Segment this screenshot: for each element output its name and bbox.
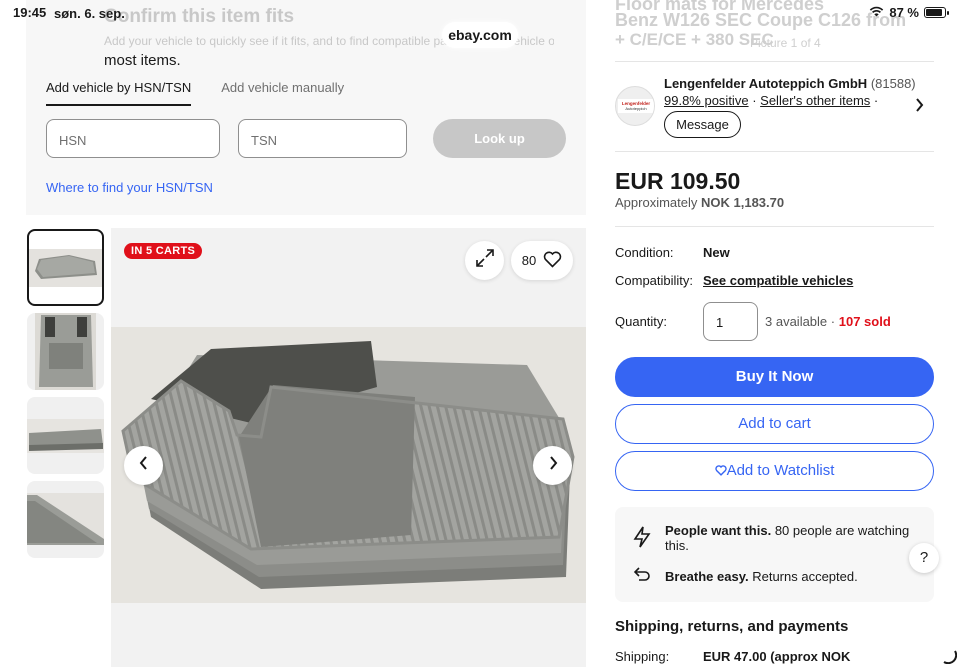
shipping-label: Shipping: (615, 649, 670, 664)
tab-manual[interactable]: Add vehicle manually (221, 80, 344, 106)
chevron-right-icon[interactable] (914, 97, 924, 118)
floor-mat-photo (111, 327, 586, 603)
svg-text:Autoteppich: Autoteppich (625, 106, 646, 111)
returns-bold: Breathe easy. (665, 569, 749, 584)
separator: · (873, 93, 879, 108)
thumbnail-1[interactable] (27, 229, 104, 306)
approx-price: Approximately NOK 1,183.70 (615, 195, 784, 210)
thumbnail-mat-image (29, 249, 102, 287)
shipping-section-title[interactable]: Shipping, returns, and payments (615, 618, 848, 635)
highlights-box: People want this. 80 people are watching… (615, 507, 934, 602)
look-up-button[interactable]: Look up (433, 119, 566, 158)
heart-icon (543, 251, 562, 271)
help-button[interactable]: ? (909, 543, 939, 573)
divider (615, 226, 934, 227)
quantity-input[interactable]: 1 (703, 302, 758, 341)
available-count: 3 available (765, 314, 828, 329)
picture-counter: Picture 1 of 4 (750, 36, 821, 50)
approx-prefix: Approximately (615, 195, 698, 210)
approx-value: NOK 1,183.70 (701, 195, 785, 210)
seller-logo-image: Lengenfelder Autoteppich (618, 99, 654, 113)
watchlist-label: Add to Watchlist (726, 462, 835, 479)
separator: · (830, 314, 836, 329)
loading-spinner-icon (941, 648, 958, 667)
seller-feedback-count: (81588) (870, 76, 916, 91)
seller-avatar[interactable]: Lengenfelder Autoteppich (615, 86, 655, 126)
price: EUR 109.50 (615, 168, 741, 194)
thumbnail-mat-top-image (35, 313, 96, 390)
condition-label: Condition: (615, 245, 674, 260)
availability: 3 available · 107 sold (765, 314, 891, 329)
compat-tabs: Add vehicle by HSN/TSN Add vehicle manua… (46, 80, 344, 106)
seller-positive-link[interactable]: 99.8% positive (664, 93, 749, 108)
condition-value: New (703, 245, 730, 260)
expand-icon (475, 248, 495, 273)
date: søn. 6. sep. (54, 6, 125, 21)
seller-links: 99.8% positive · Seller's other items · (664, 93, 878, 108)
status-bar: 19:45 søn. 6. sep. 87 % (0, 0, 960, 28)
clock: 19:45 (13, 5, 47, 20)
compat-description-end: most items. (104, 52, 181, 69)
hsn-tsn-help-link[interactable]: Where to find your HSN/TSN (46, 180, 213, 195)
divider (615, 151, 934, 152)
main-product-image[interactable] (111, 228, 586, 667)
watch-count: 80 (521, 253, 537, 268)
hsn-input[interactable]: HSN (46, 119, 220, 158)
battery-icon (924, 7, 949, 18)
thumbnail-4[interactable] (27, 481, 104, 558)
returns-highlight: Breathe easy. Returns accepted. (633, 566, 858, 587)
wifi-icon (869, 5, 884, 20)
chevron-left-icon (138, 455, 150, 476)
thumbnail-2[interactable] (27, 313, 104, 390)
thumbnail-3[interactable] (27, 397, 104, 474)
expand-image-button[interactable] (465, 241, 504, 280)
add-to-watchlist-button[interactable]: Add to Watchlist (615, 451, 934, 491)
shipping-value: EUR 47.00 (approx NOK (703, 649, 851, 664)
battery-percent: 87 % (889, 5, 919, 20)
heart-icon (714, 453, 727, 491)
watch-count-button[interactable]: 80 (511, 241, 573, 280)
previous-image-button[interactable] (124, 446, 163, 485)
thumbnail-mat-stack-image (27, 419, 104, 453)
in-carts-badge: IN 5 CARTS (124, 243, 203, 259)
seller-name-text: Lengenfelder Autoteppich GmbH (664, 76, 868, 91)
quantity-label: Quantity: (615, 314, 668, 329)
compatibility-label: Compatibility: (615, 273, 694, 288)
sold-count: 107 sold (838, 314, 891, 329)
status-right: 87 % (869, 5, 949, 20)
message-seller-button[interactable]: Message (664, 111, 741, 138)
lightning-icon (633, 526, 651, 551)
return-arrow-icon (633, 566, 651, 587)
seller-other-items-link[interactable]: Seller's other items (760, 93, 870, 108)
chevron-right-icon (547, 455, 559, 476)
tab-hsn-tsn[interactable]: Add vehicle by HSN/TSN (46, 80, 192, 106)
separator: · (752, 93, 757, 108)
seller-name[interactable]: Lengenfelder Autoteppich GmbH (81588) (664, 76, 916, 91)
watchers-bold: People want this. (665, 523, 772, 538)
compatible-vehicles-link[interactable]: See compatible vehicles (703, 273, 853, 288)
buy-it-now-button[interactable]: Buy It Now (615, 357, 934, 397)
returns-text: Returns accepted. (752, 569, 858, 584)
thumbnail-mat-detail-image (27, 493, 104, 545)
add-to-cart-button[interactable]: Add to cart (615, 404, 934, 444)
divider (615, 61, 934, 62)
tsn-input[interactable]: TSN (238, 119, 407, 158)
watchers-highlight: People want this. 80 people are watching… (633, 523, 934, 553)
next-image-button[interactable] (533, 446, 572, 485)
